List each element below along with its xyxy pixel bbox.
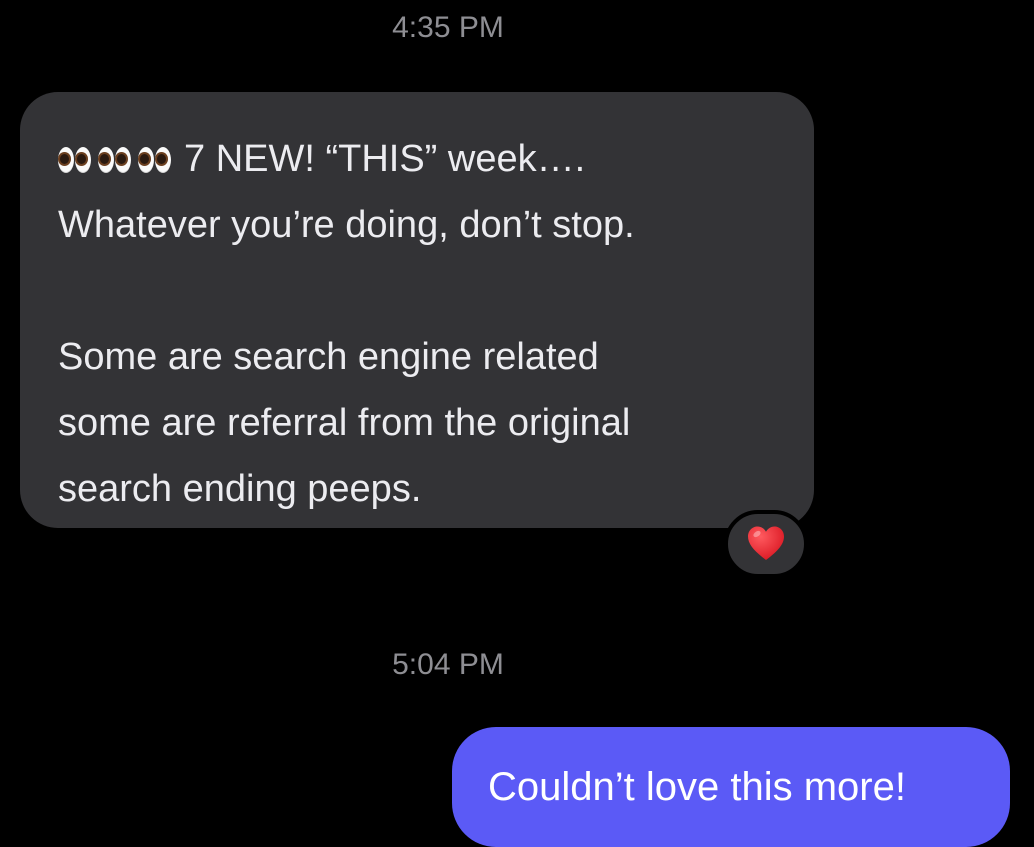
tapback-reaction[interactable]	[724, 510, 808, 578]
message-line: some are referral from the original	[58, 402, 631, 444]
outgoing-message-bubble[interactable]: Couldn’t love this more!	[452, 727, 1010, 847]
message-text: Couldn’t love this more!	[488, 765, 906, 809]
eyes-emoji-icon	[58, 128, 178, 194]
message-line: 7 NEW! “THIS” week….	[58, 126, 776, 192]
incoming-message-bubble[interactable]: 7 NEW! “THIS” week…. Whatever you’re doi…	[20, 92, 814, 528]
message-line: search ending peeps.	[58, 468, 422, 510]
message-line: Some are search engine related	[58, 336, 599, 378]
timestamp: 4:35 PM	[392, 11, 504, 44]
message-line: Whatever you’re doing, don’t stop.	[58, 204, 635, 246]
timestamp: 5:04 PM	[392, 648, 504, 681]
message-text: 7 NEW! “THIS” week….	[184, 138, 586, 180]
heart-icon	[748, 526, 784, 560]
